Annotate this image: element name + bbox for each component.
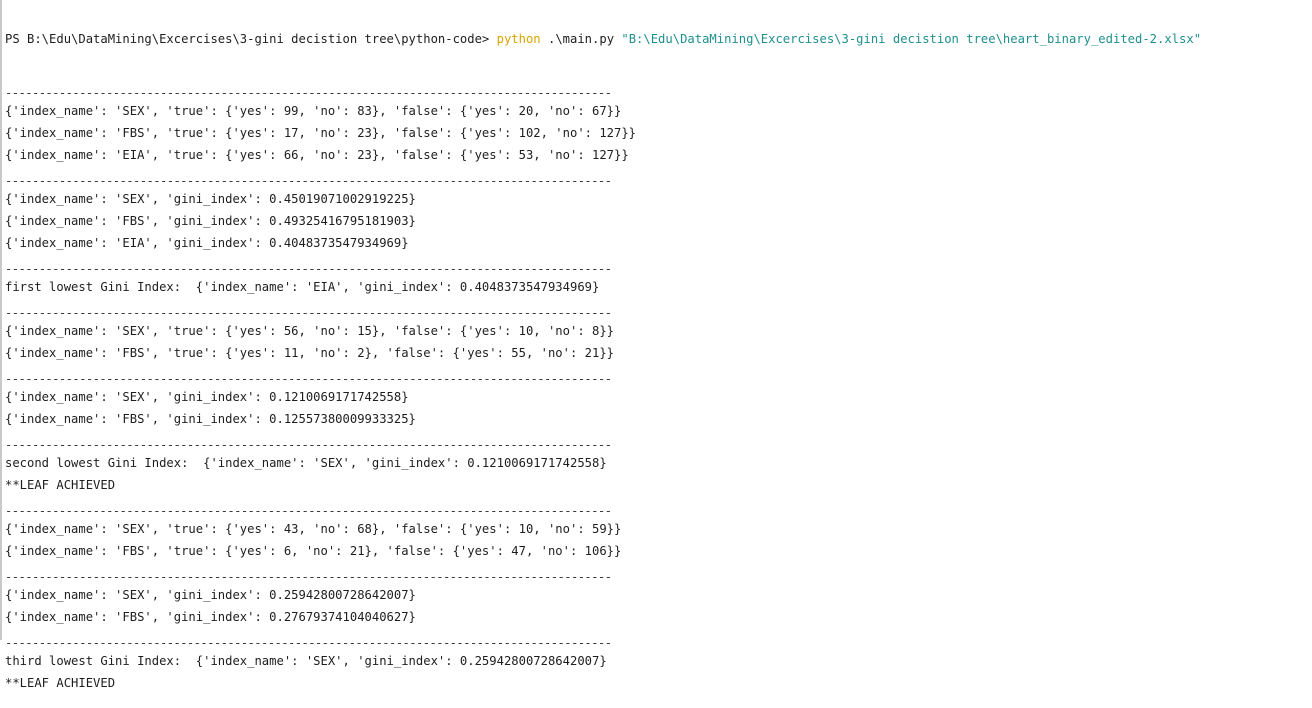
- output-line: {'index_name': 'EIA', 'true': {'yes': 66…: [5, 148, 629, 162]
- command-argument: "B:\Edu\DataMining\Excercises\3-gini dec…: [621, 32, 1202, 46]
- output-line: {'index_name': 'SEX', 'true': {'yes': 99…: [5, 104, 622, 118]
- separator-line: ----------------------------------------…: [5, 372, 612, 386]
- separator-line: ----------------------------------------…: [5, 262, 612, 276]
- output-line: {'index_name': 'FBS', 'gini_index': 0.27…: [5, 610, 416, 624]
- command-line: PS B:\Edu\DataMining\Excercises\3-gini d…: [5, 28, 1312, 50]
- separator-line: ----------------------------------------…: [5, 504, 612, 518]
- separator-line: ----------------------------------------…: [5, 636, 612, 650]
- command-script: .\main.py: [540, 32, 622, 46]
- output-line: second lowest Gini Index: {'index_name':…: [5, 456, 607, 470]
- output-line: {'index_name': 'SEX', 'gini_index': 0.25…: [5, 588, 416, 602]
- output-line: {'index_name': 'FBS', 'true': {'yes': 6,…: [5, 544, 622, 558]
- terminal-panel[interactable]: PS B:\Edu\DataMining\Excercises\3-gini d…: [0, 0, 1312, 690]
- separator-line: ----------------------------------------…: [5, 306, 612, 320]
- output-line: third lowest Gini Index: {'index_name': …: [5, 654, 607, 668]
- output-line: {'index_name': 'FBS', 'gini_index': 0.12…: [5, 412, 416, 426]
- output-line: {'index_name': 'SEX', 'gini_index': 0.45…: [5, 192, 416, 206]
- shell-prompt: PS B:\Edu\DataMining\Excercises\3-gini d…: [5, 32, 497, 46]
- output-line: {'index_name': 'FBS', 'true': {'yes': 11…: [5, 346, 615, 360]
- output-line: {'index_name': 'FBS', 'gini_index': 0.49…: [5, 214, 416, 228]
- output-line: first lowest Gini Index: {'index_name': …: [5, 280, 600, 294]
- separator-line: ----------------------------------------…: [5, 570, 612, 584]
- separator-line: ----------------------------------------…: [5, 174, 612, 188]
- output-line: {'index_name': 'SEX', 'true': {'yes': 56…: [5, 324, 615, 338]
- output-line: {'index_name': 'SEX', 'gini_index': 0.12…: [5, 390, 409, 404]
- output-line: {'index_name': 'SEX', 'true': {'yes': 43…: [5, 522, 622, 536]
- output-line: {'index_name': 'FBS', 'true': {'yes': 17…: [5, 126, 637, 140]
- separator-line: ----------------------------------------…: [5, 86, 612, 100]
- output-line: **LEAF ACHIEVED: [5, 676, 116, 690]
- output-line: {'index_name': 'EIA', 'gini_index': 0.40…: [5, 236, 409, 250]
- command-name: python: [496, 32, 541, 46]
- output-line: **LEAF ACHIEVED: [5, 478, 116, 492]
- terminal-output: ----------------------------------------…: [5, 78, 1312, 694]
- separator-line: ----------------------------------------…: [5, 438, 612, 452]
